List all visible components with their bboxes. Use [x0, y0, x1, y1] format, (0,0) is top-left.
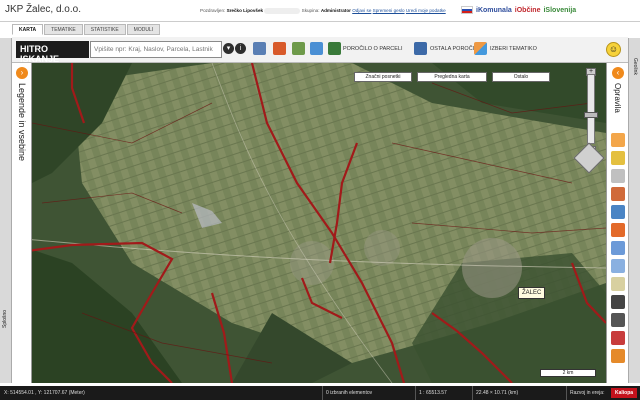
home-icon[interactable]	[273, 42, 286, 55]
globe-icon[interactable]	[310, 42, 323, 55]
layers-icon[interactable]	[253, 42, 266, 55]
status-extent: 22.48 × 10.71 (km)	[476, 390, 519, 396]
tasks-panel-title: Opravila	[613, 83, 622, 113]
map-canvas	[12, 63, 606, 383]
header-bar: JKP Žalec, d.o.o. Pozdravljen: Srečko Li…	[0, 0, 640, 22]
route-icon[interactable]	[611, 223, 625, 237]
app-title: JKP Žalec, d.o.o.	[5, 4, 81, 15]
change-password-link[interactable]: Spremeni geslo	[373, 8, 405, 13]
scale-bar: 2 km	[540, 369, 596, 377]
side-tab-splosno-label: Splošno	[2, 309, 8, 328]
zoom-box-icon[interactable]	[611, 241, 625, 255]
tab-karta[interactable]: KARTA	[12, 24, 44, 35]
brand-iobcine[interactable]: iObčine	[515, 7, 541, 14]
satellite-map[interactable]	[12, 63, 606, 383]
status-divider	[472, 386, 473, 400]
camera-icon[interactable]	[611, 295, 625, 309]
logout-link[interactable]: Odjavi se	[352, 8, 371, 13]
side-tab-geolink[interactable]: Geolink	[628, 38, 640, 383]
export-icon[interactable]	[611, 313, 625, 327]
tab-statistike[interactable]: STATISTIKE	[83, 24, 126, 35]
brand-ikomunala[interactable]: iKomunala	[476, 7, 512, 14]
tab-tematike[interactable]: TEMATIKE	[44, 24, 83, 35]
group-value: Administrator	[320, 8, 351, 14]
tab-moduli[interactable]: MODULI	[126, 24, 161, 35]
refresh-icon[interactable]	[611, 349, 625, 363]
status-selected: 0 izbranih elementov	[326, 390, 373, 396]
slovenia-flag-icon	[461, 6, 473, 14]
legend-panel: › Legende in vsebine	[12, 63, 32, 383]
map-button-aerial[interactable]: Značni posnetki	[354, 72, 412, 82]
pan-hand-icon[interactable]	[611, 277, 625, 291]
redacted-block	[264, 8, 301, 14]
status-bar: X: 514554.01 , Y: 121707.67 (Meter) 0 iz…	[0, 386, 640, 400]
zoom-track[interactable]	[587, 74, 595, 144]
zoom-out-box-icon[interactable]	[611, 259, 625, 273]
status-divider	[415, 386, 416, 400]
chevron-down-icon[interactable]: ▾	[223, 43, 234, 54]
map-button-other[interactable]: Ostalo	[492, 72, 550, 82]
measure-icon[interactable]	[611, 133, 625, 147]
group-label: Skupina:	[301, 8, 320, 14]
side-tab-splosno[interactable]: Splošno	[0, 38, 12, 383]
status-divider	[322, 386, 323, 400]
info-icon[interactable]: i	[235, 43, 246, 54]
collapse-legend-icon[interactable]: ›	[16, 67, 28, 79]
map-button-overview[interactable]: Pregledna karta	[417, 72, 487, 82]
parcel-report-button[interactable]: POROČILO O PARCELI	[343, 46, 403, 52]
draw-icon[interactable]	[611, 151, 625, 165]
status-company: Razvoj in ereja:	[570, 390, 605, 396]
side-tab-geolink-label: Geolink	[632, 58, 638, 75]
place-label-zalec: ŽALEC	[518, 287, 546, 299]
legend-panel-title: Legende in vsebine	[17, 83, 27, 162]
brand-row: iKomunala iObčine iSlovenija	[461, 6, 576, 14]
parcel-report-icon[interactable]	[328, 42, 341, 55]
person-icon[interactable]	[292, 42, 305, 55]
edit-profile-link[interactable]: Uredi moje podatke	[406, 8, 446, 13]
toolbar: HITRO ISKANJE ▾ i POROČILO O PARCELI OST…	[12, 37, 628, 64]
area-icon[interactable]	[611, 187, 625, 201]
select-icon[interactable]	[611, 169, 625, 183]
main-tabs: KARTA TEMATIKE STATISTIKE MODULI	[12, 24, 161, 35]
select-theme-button[interactable]: IZBERI TEMATIKO	[490, 46, 537, 52]
status-coordinates: X: 514554.01 , Y: 121707.67 (Meter)	[4, 390, 85, 396]
brand-islovenija[interactable]: iSlovenija	[543, 7, 576, 14]
user-name: Srečko Lipovšek	[226, 8, 264, 14]
tasks-panel: ‹ Opravila	[606, 63, 628, 383]
kaliopa-badge[interactable]: Kaliopa	[611, 388, 637, 398]
status-scale: 1 : 65513.57	[419, 390, 447, 396]
clear-icon[interactable]	[611, 331, 625, 345]
user-info: Pozdravljen: Srečko Lipovšek Skupina: Ad…	[200, 8, 446, 14]
collapse-tasks-icon[interactable]: ‹	[612, 67, 624, 79]
other-reports-icon[interactable]	[414, 42, 427, 55]
greeting-label: Pozdravljen:	[200, 8, 226, 14]
status-divider	[566, 386, 567, 400]
smiley-icon[interactable]: ☺	[606, 42, 621, 57]
search-input[interactable]	[90, 41, 222, 58]
quick-search-button[interactable]: HITRO ISKANJE	[16, 41, 89, 64]
theme-icon[interactable]	[474, 42, 487, 55]
zoom-handle[interactable]	[584, 112, 598, 118]
print-icon[interactable]	[611, 205, 625, 219]
